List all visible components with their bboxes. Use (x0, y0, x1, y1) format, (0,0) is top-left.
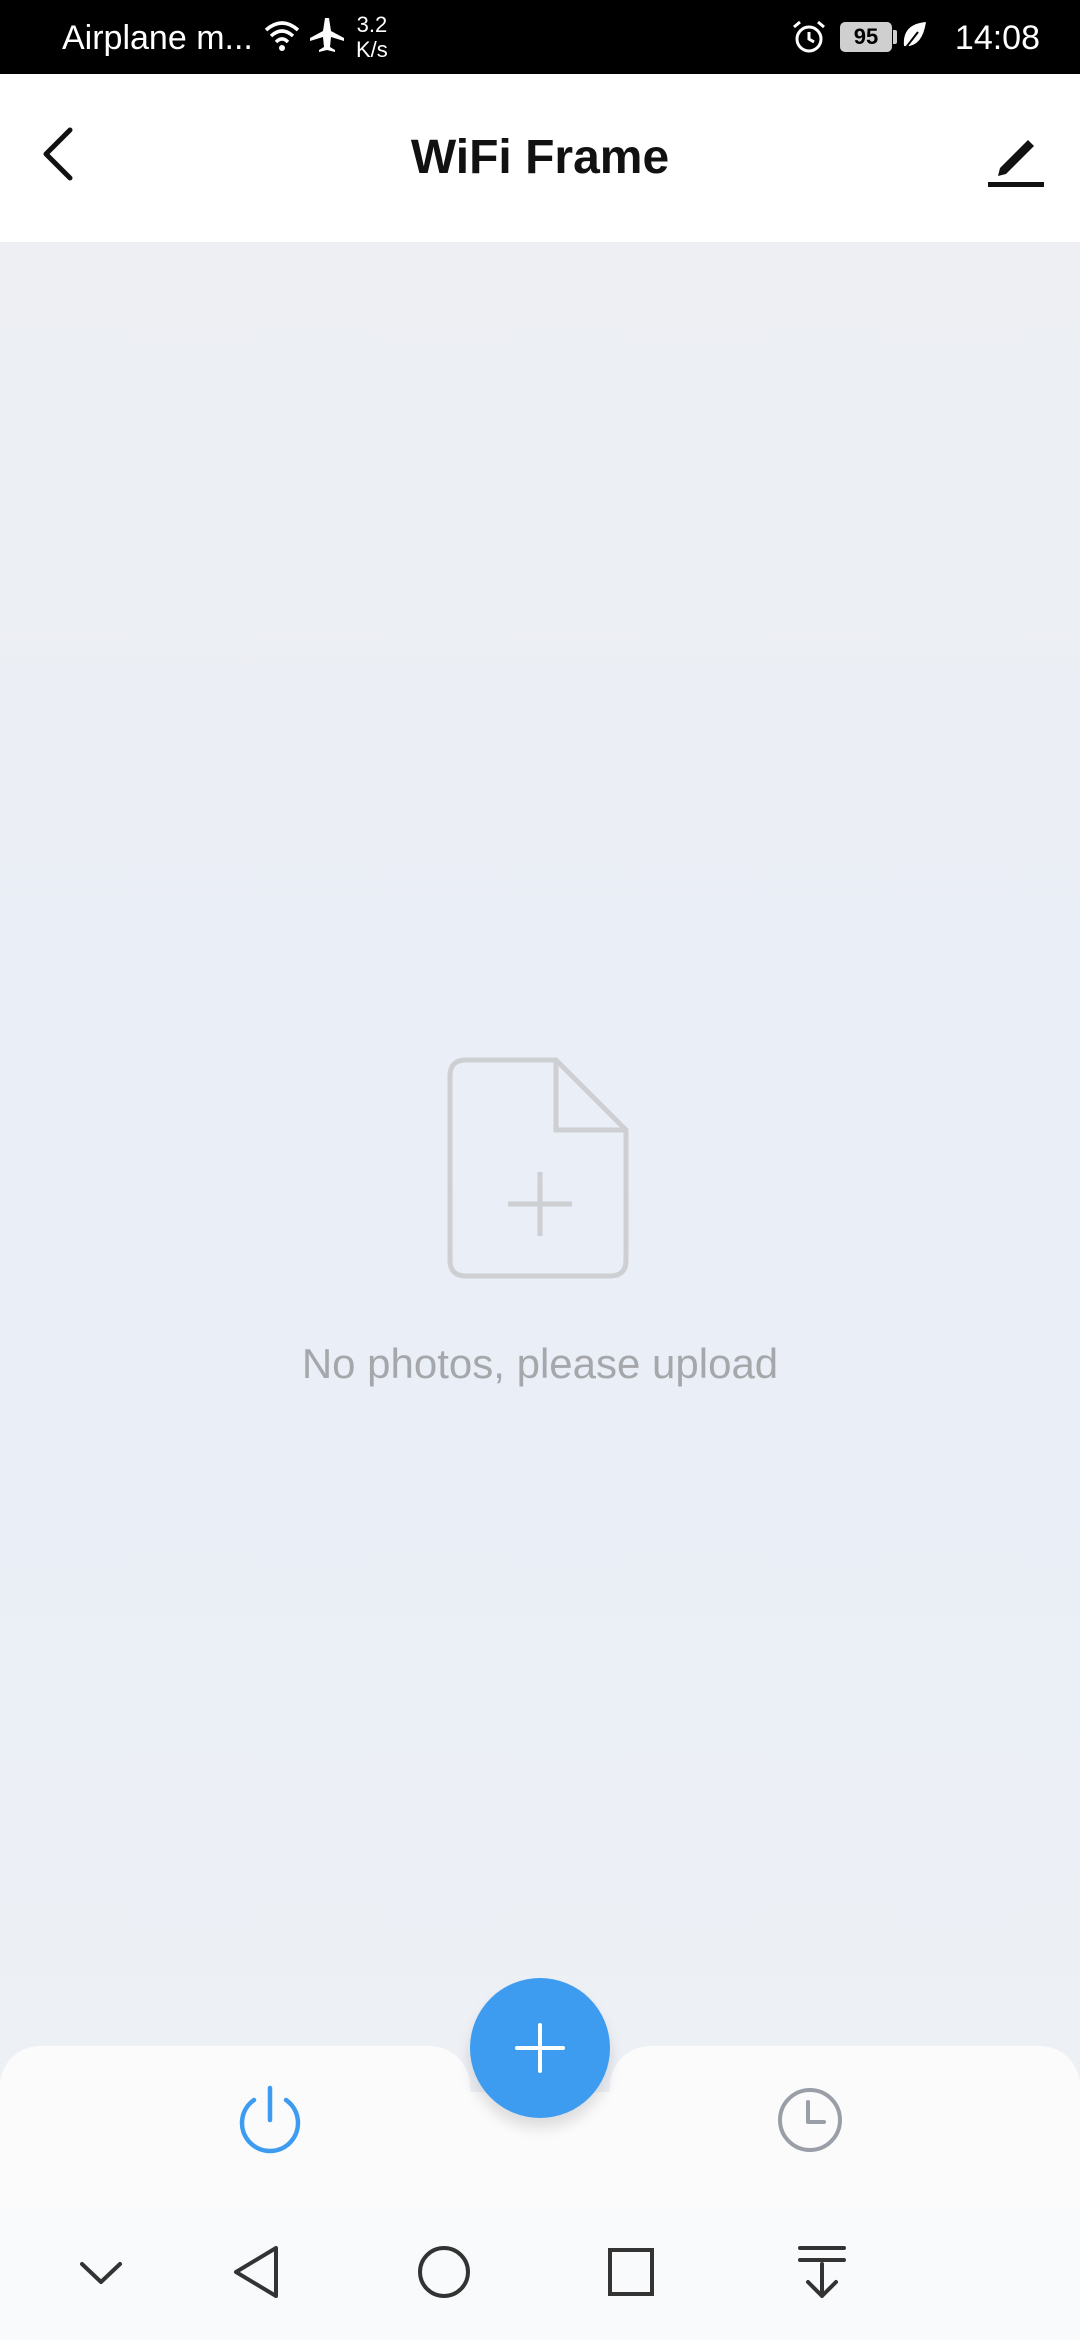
app-header: WiFi Frame (0, 74, 1080, 242)
add-icon (515, 2023, 565, 2073)
recents-square-icon[interactable] (604, 2242, 660, 2307)
carrier-text: Airplane m... (62, 19, 253, 57)
add-file-icon[interactable] (446, 1054, 634, 1287)
leaf-icon (900, 20, 928, 59)
back-button[interactable] (30, 122, 94, 186)
battery-icon: 95 (840, 22, 892, 52)
page-title: WiFi Frame (410, 131, 670, 184)
wifi-icon (262, 16, 302, 61)
chevron-down-icon[interactable] (76, 2242, 126, 2307)
alarm-icon (790, 18, 828, 61)
speed-unit: K/s (356, 37, 388, 62)
system-nav-bar (0, 2206, 1080, 2340)
network-speed: 3.2 K/s (356, 12, 388, 62)
back-triangle-icon[interactable] (228, 2242, 288, 2307)
speed-value: 3.2 (356, 12, 388, 37)
pull-down-icon[interactable] (794, 2242, 850, 2307)
battery-tip (893, 30, 897, 44)
home-circle-icon[interactable] (414, 2242, 474, 2307)
airplane-icon (306, 14, 348, 61)
schedule-button[interactable] (772, 2082, 848, 2158)
add-photo-button[interactable] (470, 1978, 610, 2118)
clock-icon (778, 2088, 842, 2152)
edit-button[interactable] (982, 124, 1050, 192)
power-icon (239, 2085, 301, 2154)
clock-time: 14:08 (954, 19, 1040, 57)
empty-state-message: No photos, please upload (301, 1340, 779, 1387)
status-bar: Airplane m... 3.2 K/s 95 14:08 (0, 0, 1080, 74)
back-arrow-icon (43, 127, 73, 181)
photo-list-area: No photos, please upload (0, 242, 1080, 2042)
power-button[interactable] (230, 2082, 310, 2162)
edit-pencil-icon (988, 140, 1044, 187)
